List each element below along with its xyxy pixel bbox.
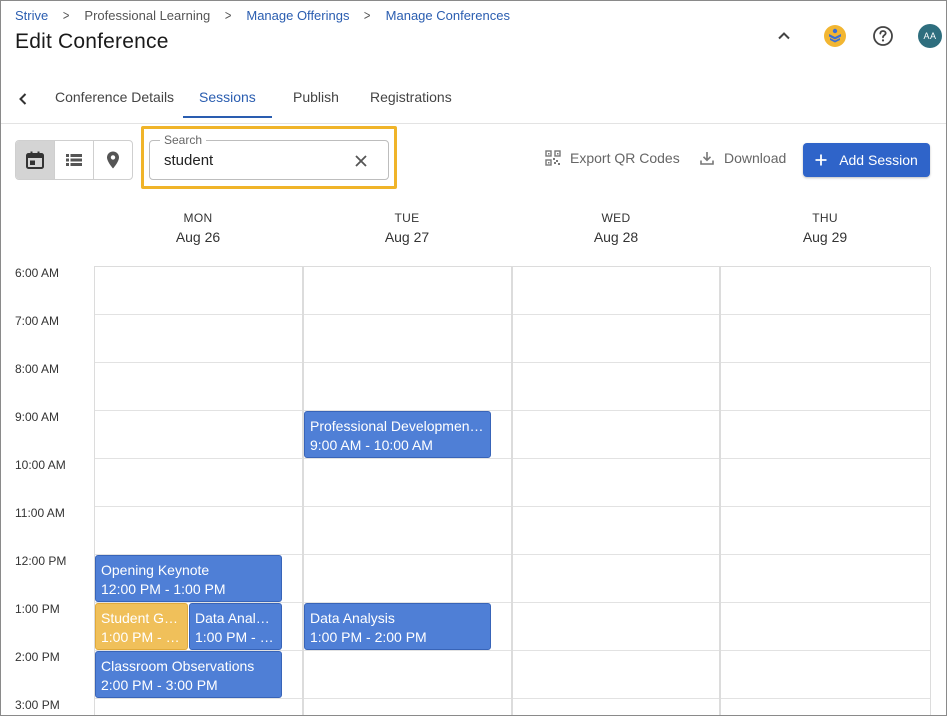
session-time: 1:00 PM - 2:… <box>195 629 276 645</box>
session-title: Data Analysis <box>310 610 395 626</box>
session-title: Data Anal… <box>195 610 270 626</box>
hour-line <box>95 362 931 363</box>
help-icon[interactable] <box>871 24 895 48</box>
hour-line <box>95 458 931 459</box>
day-date: Aug 28 <box>593 229 639 245</box>
app-logo-icon[interactable] <box>823 24 847 48</box>
time-label: 3:00 PM <box>15 698 60 712</box>
add-session-button[interactable]: Add Session <box>803 143 930 177</box>
breadcrumb-strive[interactable]: Strive <box>15 8 48 23</box>
day-name: TUE <box>394 211 420 225</box>
time-label: 9:00 AM <box>15 410 60 424</box>
plus-icon <box>815 154 827 166</box>
session-event[interactable]: Professional Developmen… 9:00 AM - 10:00… <box>304 411 491 458</box>
add-session-label: Add Session <box>839 152 918 168</box>
session-event[interactable]: Classroom Observations 2:00 PM - 3:00 PM <box>95 651 282 698</box>
day-date: Aug 29 <box>802 229 848 245</box>
day-date: Aug 27 <box>384 229 430 245</box>
clear-search-icon[interactable] <box>352 152 370 170</box>
day-name: WED <box>601 211 631 225</box>
download-label: Download <box>724 150 787 166</box>
day-name: MON <box>183 211 213 225</box>
user-avatar[interactable]: AA <box>918 24 942 48</box>
search-input[interactable]: Search student <box>149 133 389 180</box>
tab-sessions[interactable]: Sessions <box>199 89 256 105</box>
day-divider <box>719 267 721 715</box>
time-label: 8:00 AM <box>15 362 60 376</box>
list-icon <box>66 154 82 166</box>
session-time: 2:00 PM - 3:00 PM <box>101 677 218 693</box>
session-time: 12:00 PM - 1:00 PM <box>101 581 226 597</box>
location-pin-icon <box>107 151 119 169</box>
page-title: Edit Conference <box>15 30 169 53</box>
avatar-initials: AA <box>918 24 942 48</box>
list-view-button[interactable] <box>55 141 94 179</box>
time-label: 12:00 PM <box>15 554 67 568</box>
time-label: 1:00 PM <box>15 602 60 616</box>
session-event[interactable]: Data Anal… 1:00 PM - 2:… <box>189 603 282 650</box>
time-label: 11:00 AM <box>15 506 65 520</box>
download-icon <box>700 152 714 165</box>
active-tab-indicator <box>183 116 272 118</box>
session-title: Student Gr… <box>101 610 182 626</box>
search-label: Search <box>160 133 207 147</box>
tab-registrations[interactable]: Registrations <box>370 89 452 105</box>
session-event[interactable]: Opening Keynote 12:00 PM - 1:00 PM <box>95 555 282 602</box>
day-name: THU <box>812 211 838 225</box>
hour-line <box>95 410 931 411</box>
calendar-view-button[interactable] <box>16 141 55 179</box>
export-qr-codes-label: Export QR Codes <box>570 150 680 166</box>
tab-conference-details[interactable]: Conference Details <box>55 89 174 105</box>
breadcrumb-manage-conferences[interactable]: Manage Conferences <box>386 8 510 23</box>
day-divider <box>511 267 513 715</box>
session-event-highlighted[interactable]: Student Gr… 1:00 PM - 2:… <box>95 603 188 650</box>
chevron-left-icon[interactable] <box>13 89 33 109</box>
session-time: 1:00 PM - 2:… <box>101 629 182 645</box>
session-title: Professional Developmen… <box>310 418 484 434</box>
time-label: 6:00 AM <box>15 266 60 280</box>
divider <box>1 123 946 124</box>
chevron-right-icon: > <box>224 7 232 23</box>
hour-line <box>95 506 931 507</box>
time-label: 7:00 AM <box>15 314 60 328</box>
chevron-right-icon: > <box>364 7 371 23</box>
chevron-up-icon[interactable] <box>772 24 796 48</box>
breadcrumb: Strive > Professional Learning > Manage … <box>15 7 510 23</box>
breadcrumb-professional-learning: Professional Learning <box>84 7 211 23</box>
day-header: MON Aug 26 <box>94 211 302 245</box>
app-window: Strive > Professional Learning > Manage … <box>0 0 947 716</box>
session-title: Opening Keynote <box>101 562 210 578</box>
map-view-button[interactable] <box>94 141 132 179</box>
day-divider <box>930 267 931 715</box>
tab-bar: Conference Details Sessions Publish Regi… <box>1 79 946 119</box>
tab-publish[interactable]: Publish <box>293 89 339 105</box>
hour-line <box>95 314 931 315</box>
export-qr-codes-button[interactable]: Export QR Codes <box>545 150 680 166</box>
day-date: Aug 26 <box>175 229 221 245</box>
chevron-right-icon: > <box>63 7 70 23</box>
session-title: Classroom Observations <box>101 658 255 674</box>
session-time: 1:00 PM - 2:00 PM <box>310 629 427 645</box>
qr-code-icon <box>545 150 561 166</box>
day-header: WED Aug 28 <box>512 211 720 245</box>
session-event[interactable]: Data Analysis 1:00 PM - 2:00 PM <box>304 603 491 650</box>
breadcrumb-manage-offerings[interactable]: Manage Offerings <box>246 8 349 23</box>
session-time: 9:00 AM - 10:00 AM <box>310 437 433 453</box>
search-value[interactable]: student <box>164 152 213 169</box>
view-toggle <box>15 140 133 180</box>
download-button[interactable]: Download <box>699 150 786 166</box>
day-header: TUE Aug 27 <box>303 211 511 245</box>
hour-line <box>95 698 931 699</box>
time-label: 2:00 PM <box>15 650 60 664</box>
calendar-icon <box>26 151 44 169</box>
time-label: 10:00 AM <box>15 458 66 472</box>
day-header: THU Aug 29 <box>721 211 929 245</box>
